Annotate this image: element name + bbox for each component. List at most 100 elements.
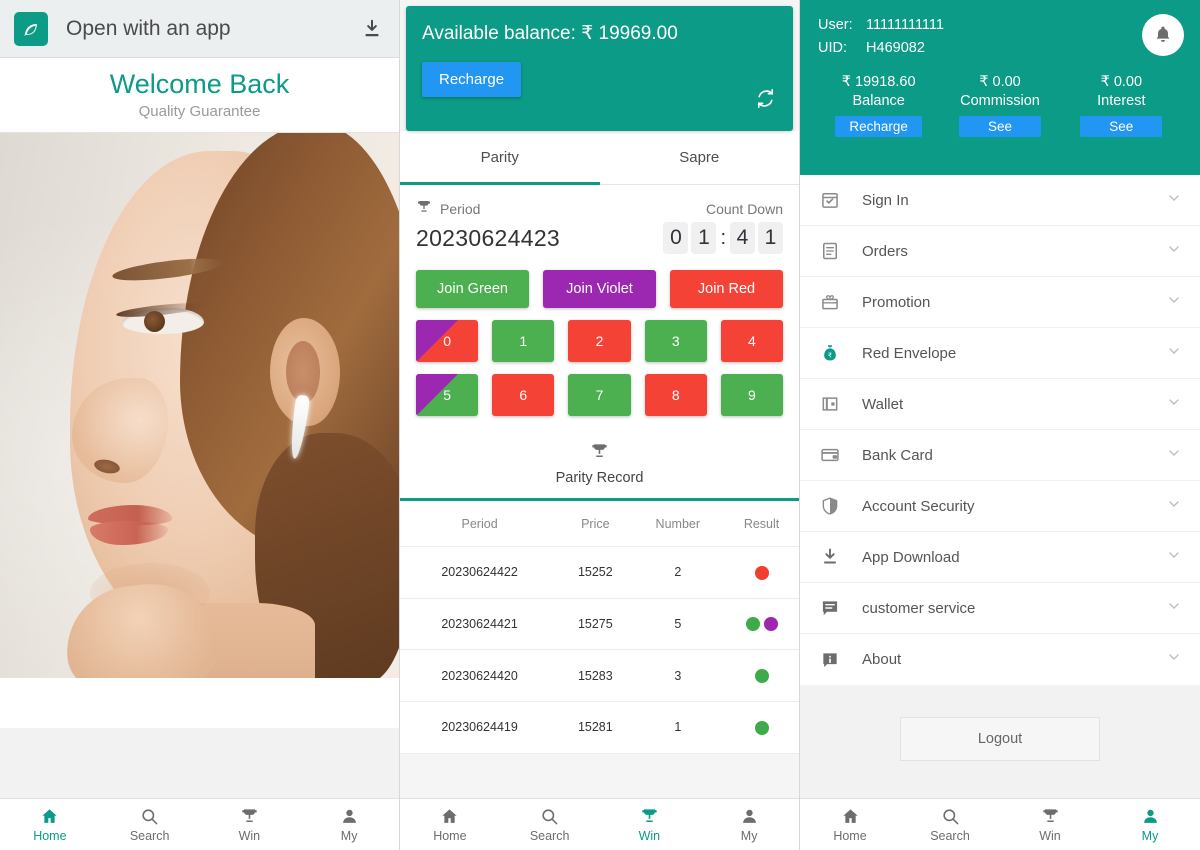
tab-parity[interactable]: Parity [400, 131, 600, 185]
trophy-icon [640, 807, 659, 827]
menu-label: Wallet [862, 395, 904, 413]
nav-item-win[interactable]: Win [600, 807, 700, 843]
win-content: Parity Sapre Period Count Down 202306244… [400, 131, 799, 754]
chevron-down-icon [1166, 343, 1182, 364]
number-row-bottom: 5 6 7 8 9 [416, 374, 784, 416]
account-stats: ₹ 19918.60 Balance Recharge ₹ 0.00 Commi… [818, 74, 1182, 138]
chevron-down-icon [1166, 292, 1182, 313]
menu-item-account-security[interactable]: Account Security [800, 481, 1200, 532]
home-icon [841, 807, 860, 827]
number-cell-2[interactable]: 2 [568, 320, 631, 362]
nav-item-home[interactable]: Home [0, 807, 100, 843]
nav-item-home[interactable]: Home [800, 807, 900, 843]
menu-label: Red Envelope [862, 344, 957, 362]
menu-item-wallet[interactable]: Wallet [800, 379, 1200, 430]
nav-label-search: Search [930, 828, 970, 843]
number-cell-6[interactable]: 6 [492, 374, 555, 416]
trophy-icon [1041, 807, 1060, 827]
menu-item-promotion[interactable]: Promotion [800, 277, 1200, 328]
recharge-button[interactable]: Recharge [422, 62, 522, 97]
user-row: User: 11111111111 [818, 14, 1182, 37]
number-cell-4[interactable]: 4 [720, 320, 784, 362]
nav-label-home: Home [833, 828, 867, 843]
stat-commission-value: ₹ 0.00 [979, 74, 1021, 91]
nav-item-search[interactable]: Search [900, 807, 1000, 843]
download-icon[interactable] [359, 16, 385, 42]
tab-sapre[interactable]: Sapre [600, 131, 800, 184]
countdown-digit-3: 4 [730, 222, 755, 254]
menu-item-customer-service[interactable]: customer service [800, 583, 1200, 634]
nav-item-win[interactable]: Win [200, 807, 300, 843]
number-cell-9-label: 9 [748, 387, 756, 403]
menu-item-app-download[interactable]: App Download [800, 532, 1200, 583]
chevron-down-icon [1166, 496, 1182, 517]
number-grid: 0 1 2 3 4 5 6 7 8 9 [400, 308, 799, 416]
logout-button[interactable]: Logout [900, 717, 1100, 761]
result-dot-red [754, 565, 769, 580]
nav-item-home[interactable]: Home [400, 807, 500, 843]
home-icon [40, 807, 59, 827]
nav-label-my: My [1141, 828, 1159, 843]
number-cell-1-label: 1 [519, 333, 528, 349]
number-cell-5[interactable]: 5 [416, 374, 479, 416]
number-cell-7[interactable]: 7 [568, 374, 631, 416]
menu-item-sign-in[interactable]: Sign In [800, 175, 1200, 226]
stat-interest-value: ₹ 0.00 [1100, 74, 1143, 91]
number-cell-2-label: 2 [595, 333, 604, 349]
menu-item-orders[interactable]: Orders [800, 226, 1200, 277]
download-icon [818, 547, 842, 567]
nav-label-win: Win [238, 828, 261, 843]
nav-item-win[interactable]: Win [1000, 807, 1100, 843]
number-cell-1[interactable]: 1 [492, 320, 555, 362]
cell-number: 5 [631, 598, 725, 651]
number-cell-5-label: 5 [443, 387, 451, 403]
number-cell-3[interactable]: 3 [644, 320, 707, 362]
cell-number: 3 [631, 649, 725, 703]
menu-item-red-envelope[interactable]: ₹ Red Envelope [800, 328, 1200, 379]
nav-item-my[interactable]: My [299, 807, 399, 843]
parity-record-table: Period Price Number Result 20230624422 1… [400, 501, 799, 754]
cell-number: 1 [631, 701, 725, 754]
cell-result [724, 701, 799, 754]
chevron-down-icon [1166, 547, 1182, 568]
number-cell-9[interactable]: 9 [720, 374, 784, 416]
search-icon [140, 807, 159, 827]
nav-label-home: Home [33, 828, 67, 843]
menu-item-about[interactable]: About [800, 634, 1200, 685]
stat-balance-recharge-button[interactable]: Recharge [835, 116, 922, 138]
nav-label-search: Search [529, 828, 570, 843]
calendar-check-icon [818, 190, 842, 210]
number-cell-0-label: 0 [443, 333, 451, 349]
nav-item-my[interactable]: My [1100, 807, 1200, 843]
menu-label: Promotion [862, 293, 931, 311]
number-cell-4-label: 4 [748, 333, 756, 349]
nav-item-my[interactable]: My [699, 807, 799, 843]
result-dot-green [745, 617, 760, 632]
table-header-row: Period Price Number Result [400, 501, 799, 547]
menu-item-bank-card[interactable]: Bank Card [800, 430, 1200, 481]
stat-interest-see-button[interactable]: See [1080, 116, 1163, 138]
cell-result [724, 649, 799, 703]
col-result: Result [724, 501, 799, 547]
refresh-icon[interactable] [754, 87, 777, 115]
join-red-button[interactable]: Join Red [670, 270, 783, 308]
table-row: 20230624422 15252 2 [400, 546, 799, 599]
nav-item-search[interactable]: Search [100, 807, 200, 843]
stat-balance-value: ₹ 19918.60 [841, 74, 916, 91]
search-icon [941, 807, 960, 827]
stat-commission-see-button[interactable]: See [958, 116, 1041, 138]
join-green-button[interactable]: Join Green [416, 270, 529, 308]
number-cell-0[interactable]: 0 [416, 320, 479, 362]
menu-label: Sign In [862, 191, 909, 209]
join-violet-button[interactable]: Join Violet [543, 270, 656, 308]
number-cell-8[interactable]: 8 [644, 374, 707, 416]
stat-interest: ₹ 0.00 Interest See [1061, 74, 1182, 138]
nav-item-search[interactable]: Search [500, 807, 600, 843]
open-with-app-bar[interactable]: Open with an app [0, 0, 399, 58]
chevron-down-icon [1166, 241, 1182, 262]
stat-balance-label: Balance [852, 93, 905, 110]
nav-label-win: Win [638, 828, 661, 843]
hero-spacer [0, 677, 399, 731]
bell-icon[interactable] [1142, 14, 1184, 56]
credit-card-icon [818, 445, 842, 465]
